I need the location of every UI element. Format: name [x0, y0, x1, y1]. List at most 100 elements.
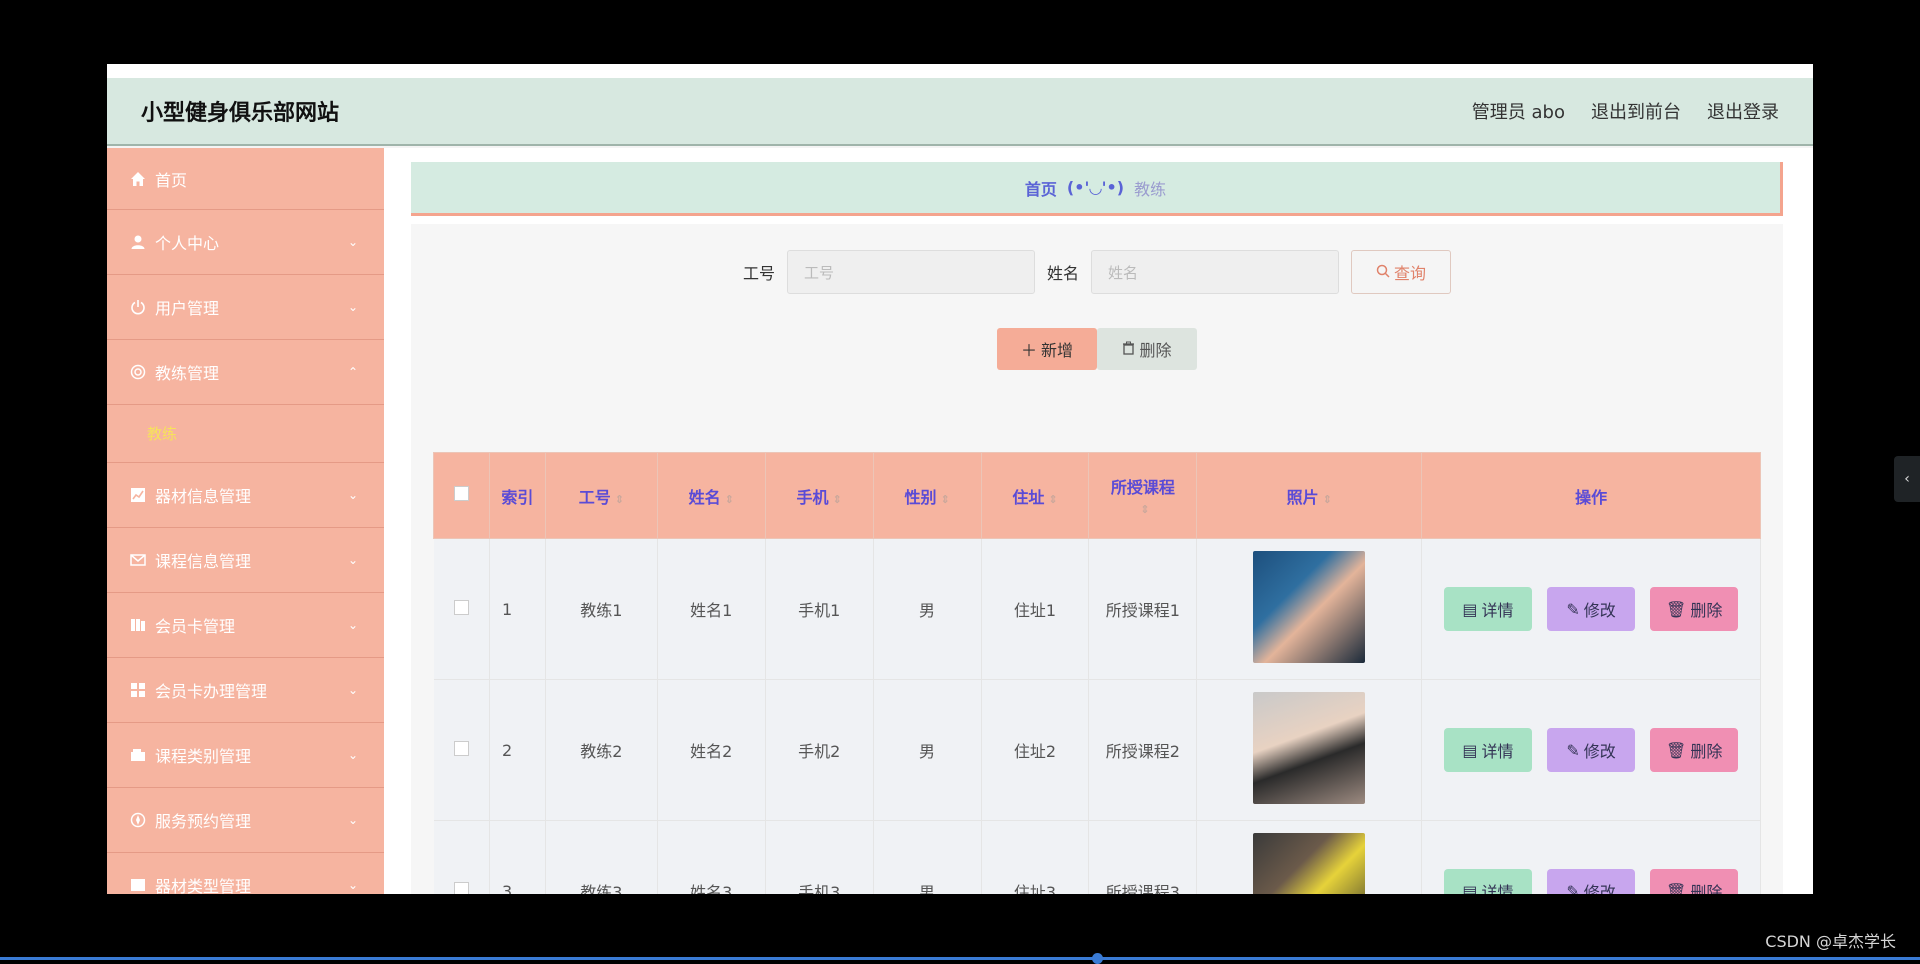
- trash-icon: [1122, 340, 1135, 359]
- row-checkbox[interactable]: [454, 600, 469, 615]
- name-input[interactable]: 姓名: [1091, 250, 1339, 294]
- add-button[interactable]: ＋ 新增: [997, 328, 1097, 370]
- book-icon: [129, 616, 147, 634]
- delete-button[interactable]: 🗑删除: [1650, 728, 1738, 772]
- col-gender[interactable]: 性别⇕: [873, 453, 981, 539]
- cell-gender: 男: [873, 539, 981, 680]
- pencil-icon: ✎: [1566, 882, 1579, 895]
- row-select-cell[interactable]: [434, 821, 490, 895]
- sidebar-item-profile[interactable]: 个人中心 ⌄: [107, 210, 384, 275]
- breadcrumb-face: (•'◡'•): [1067, 178, 1124, 197]
- logout-link[interactable]: 退出登录: [1707, 98, 1779, 124]
- sidebar-item-course-category[interactable]: 课程类别管理 ⌄: [107, 723, 384, 788]
- edit-button[interactable]: ✎修改: [1547, 728, 1635, 772]
- sidebar-item-equipment-type[interactable]: 器材类型管理 ⌄: [107, 853, 384, 894]
- coach-photo: [1253, 551, 1365, 663]
- user-icon: [129, 233, 147, 251]
- query-button[interactable]: 查询: [1351, 250, 1451, 294]
- grid-icon: [129, 681, 147, 699]
- home-icon: [129, 170, 147, 188]
- trash-icon: 🗑: [1666, 600, 1686, 619]
- sort-icon[interactable]: ⇕: [1048, 493, 1057, 506]
- cell-course: 所授课程2: [1089, 680, 1197, 821]
- main-content: 首页 (•'◡'•) 教练 工号 工号 姓名 姓名 查询 ＋: [384, 148, 1813, 894]
- compass-icon: [129, 811, 147, 829]
- sort-icon[interactable]: ⇕: [940, 493, 949, 506]
- chevron-down-icon: ⌄: [348, 748, 358, 762]
- chevron-down-icon: ⌄: [348, 683, 358, 697]
- id-input[interactable]: 工号: [787, 250, 1035, 294]
- coach-photo: [1253, 833, 1365, 894]
- sidebar-item-label: 器材类型管理: [155, 873, 251, 894]
- cell-address: 住址1: [981, 539, 1089, 680]
- col-name[interactable]: 姓名⇕: [657, 453, 765, 539]
- breadcrumb-home[interactable]: 首页: [1025, 176, 1057, 200]
- cell-index: 3: [489, 821, 545, 895]
- sidebar-item-membership-apply[interactable]: 会员卡办理管理 ⌄: [107, 658, 384, 723]
- coach-table: 索引 工号⇕ 姓名⇕ 手机⇕ 性别⇕ 住址⇕ 所授课程⇕ 照片⇕ 操作 1: [433, 452, 1761, 894]
- col-index: 索引: [489, 453, 545, 539]
- cell-course: 所授课程1: [1089, 539, 1197, 680]
- top-header: 小型健身俱乐部网站 管理员 abo 退出到前台 退出登录: [107, 78, 1813, 146]
- chevron-down-icon: ⌄: [348, 235, 358, 249]
- sort-icon[interactable]: ⇕: [725, 493, 734, 506]
- chevron-down-icon: ⌄: [348, 878, 358, 892]
- row-checkbox[interactable]: [454, 741, 469, 756]
- sidebar-item-label: 教练管理: [155, 360, 219, 384]
- detail-button[interactable]: ▤详情: [1444, 728, 1532, 772]
- batch-delete-button[interactable]: 删除: [1097, 328, 1197, 370]
- edit-button[interactable]: ✎修改: [1547, 587, 1635, 631]
- detail-button[interactable]: ▤详情: [1444, 869, 1532, 894]
- query-label: 查询: [1394, 260, 1426, 284]
- admin-label[interactable]: 管理员 abo: [1472, 98, 1565, 124]
- sidebar-item-equipment[interactable]: 器材信息管理 ⌄: [107, 463, 384, 528]
- col-phone[interactable]: 手机⇕: [765, 453, 873, 539]
- cell-photo: [1197, 821, 1422, 895]
- sidebar-item-membership[interactable]: 会员卡管理 ⌄: [107, 593, 384, 658]
- cell-phone: 手机1: [765, 539, 873, 680]
- chevron-down-icon: ⌄: [348, 813, 358, 827]
- list-panel: 工号 工号 姓名 姓名 查询 ＋ 新增: [411, 224, 1783, 894]
- cell-actions: ▤详情 ✎修改 🗑删除: [1422, 821, 1761, 895]
- delete-button[interactable]: 🗑删除: [1650, 869, 1738, 894]
- sidebar-item-users[interactable]: 用户管理 ⌄: [107, 275, 384, 340]
- cell-gender: 男: [873, 821, 981, 895]
- sort-icon[interactable]: ⇕: [1140, 503, 1149, 516]
- sort-icon[interactable]: ⇕: [1323, 493, 1332, 506]
- sidebar-item-service[interactable]: 服务预约管理 ⌄: [107, 788, 384, 853]
- app-window: 小型健身俱乐部网站 管理员 abo 退出到前台 退出登录 首页 个人中心 ⌄ 用…: [107, 64, 1813, 894]
- sidebar-item-home[interactable]: 首页: [107, 148, 384, 210]
- sort-icon[interactable]: ⇕: [615, 493, 624, 506]
- select-all-cell[interactable]: [434, 453, 490, 539]
- cell-photo: [1197, 539, 1422, 680]
- row-select-cell[interactable]: [434, 680, 490, 821]
- exit-front-link[interactable]: 退出到前台: [1591, 98, 1681, 124]
- row-checkbox[interactable]: [454, 882, 469, 895]
- cell-address: 住址3: [981, 821, 1089, 895]
- sort-icon[interactable]: ⇕: [833, 493, 842, 506]
- detail-button[interactable]: ▤详情: [1444, 587, 1532, 631]
- sidebar-item-label: 用户管理: [155, 295, 219, 319]
- progress-handle[interactable]: [1092, 953, 1103, 964]
- browser-top-strip: [107, 64, 1813, 78]
- mail-icon: [129, 551, 147, 569]
- edit-button[interactable]: ✎修改: [1547, 869, 1635, 894]
- select-all-checkbox[interactable]: [454, 486, 469, 501]
- col-id[interactable]: 工号⇕: [545, 453, 657, 539]
- col-address[interactable]: 住址⇕: [981, 453, 1089, 539]
- chevron-down-icon: ⌄: [348, 618, 358, 632]
- col-photo[interactable]: 照片⇕: [1197, 453, 1422, 539]
- sidebar-subitem-coach[interactable]: 教练: [107, 405, 384, 463]
- col-course[interactable]: 所授课程⇕: [1089, 453, 1197, 539]
- side-collapse-tab[interactable]: ‹: [1894, 456, 1920, 502]
- chevron-down-icon: ⌄: [348, 300, 358, 314]
- sidebar-item-coach[interactable]: 教练管理 ⌃: [107, 340, 384, 405]
- row-select-cell[interactable]: [434, 539, 490, 680]
- delete-button[interactable]: 🗑删除: [1650, 587, 1738, 631]
- breadcrumb: 首页 (•'◡'•) 教练: [411, 162, 1783, 216]
- sidebar-item-course[interactable]: 课程信息管理 ⌄: [107, 528, 384, 593]
- trash-icon: 🗑: [1666, 741, 1686, 760]
- cell-name: 姓名3: [657, 821, 765, 895]
- breadcrumb-current: 教练: [1134, 176, 1166, 200]
- sidebar-item-label: 服务预约管理: [155, 808, 251, 832]
